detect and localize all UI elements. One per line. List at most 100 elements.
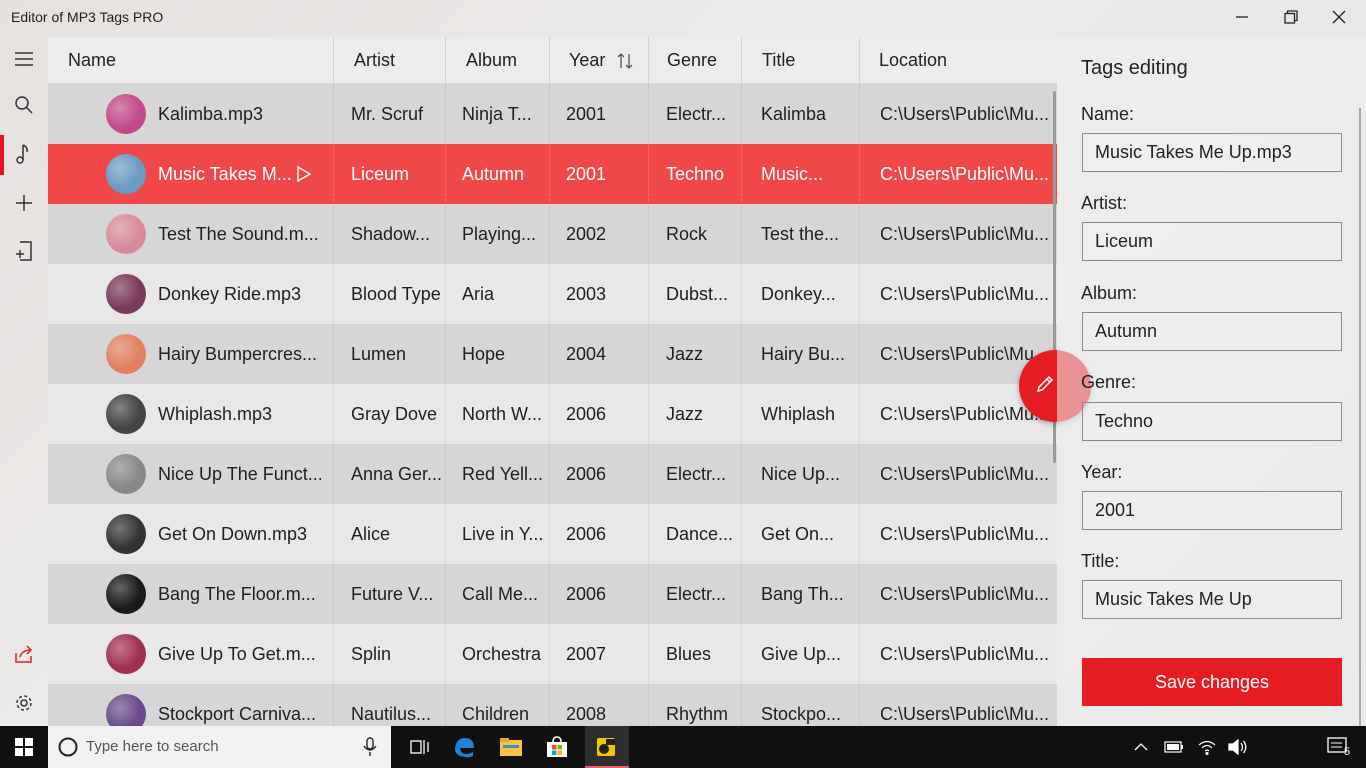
search-placeholder: Type here to search bbox=[86, 738, 219, 755]
taskbar-search-box[interactable]: Type here to search bbox=[48, 726, 391, 768]
title-field[interactable] bbox=[1082, 580, 1342, 619]
title-bar: Editor of MP3 Tags PRO bbox=[0, 0, 1366, 36]
edge-taskbar-button[interactable] bbox=[442, 726, 486, 768]
task-view-button[interactable] bbox=[398, 726, 442, 768]
cell-artist: Gray Dove bbox=[334, 384, 446, 444]
restore-button[interactable] bbox=[1268, 0, 1314, 34]
plus-icon bbox=[16, 195, 32, 211]
cell-year: 2008 bbox=[550, 684, 649, 726]
cell-album: Live in Y... bbox=[446, 504, 550, 564]
table-row[interactable]: Kalimba.mp3 Mr. Scruf Ninja T... 2001 Electr… bbox=[48, 84, 1057, 144]
cell-genre: Dubst... bbox=[649, 264, 742, 324]
album-field[interactable] bbox=[1082, 312, 1342, 351]
microphone-icon[interactable] bbox=[363, 737, 377, 757]
minimize-button[interactable] bbox=[1219, 0, 1265, 34]
battery-icon bbox=[1164, 741, 1183, 753]
column-header-location[interactable]: Location bbox=[860, 37, 1057, 84]
genre-label: Genre: bbox=[1081, 372, 1137, 392]
notification-count: 5 bbox=[1344, 746, 1351, 758]
column-header-title[interactable]: Title bbox=[742, 37, 860, 84]
mp3-tags-taskbar-button[interactable] bbox=[585, 726, 629, 768]
column-header-album[interactable]: Album bbox=[446, 37, 550, 84]
table-row[interactable]: Test The Sound.m... Shadow... Playing... 20… bbox=[48, 204, 1057, 264]
cell-album: Aria bbox=[446, 264, 550, 324]
year-field[interactable] bbox=[1082, 491, 1342, 530]
cell-name: Get On Down.mp3 bbox=[48, 504, 334, 564]
store-taskbar-button[interactable] bbox=[535, 726, 579, 768]
settings-button[interactable] bbox=[0, 680, 48, 726]
edge-icon bbox=[455, 738, 474, 758]
minimize-icon bbox=[1236, 16, 1248, 18]
hamburger-icon bbox=[15, 52, 33, 66]
table-row[interactable]: Donkey Ride.mp3 Blood Type Aria 2003 Dubst..… bbox=[48, 264, 1057, 324]
store-icon bbox=[547, 736, 567, 757]
cell-name: Stockport Carniva... bbox=[48, 684, 334, 726]
folder-icon bbox=[500, 738, 522, 756]
title-label: Title: bbox=[1081, 551, 1120, 571]
table-row[interactable]: Give Up To Get.m... Splin Orchestra 2007 Blu… bbox=[48, 624, 1057, 684]
cell-artist: Splin bbox=[334, 624, 446, 684]
table-row-selected[interactable]: Music Takes M... Liceum Autumn 2001 Techno Mu… bbox=[48, 144, 1057, 204]
table-row[interactable]: Whiplash.mp3 Gray Dove North W... 2006 Jazz W… bbox=[48, 384, 1057, 444]
window-title: Editor of MP3 Tags PRO bbox=[11, 9, 164, 25]
column-header-artist[interactable]: Artist bbox=[334, 37, 446, 84]
volume-button[interactable] bbox=[1216, 726, 1260, 768]
cell-name: Music Takes M... bbox=[48, 144, 334, 204]
add-button[interactable] bbox=[0, 180, 48, 226]
cell-year: 2002 bbox=[550, 204, 649, 264]
tags-editing-panel: Tags editing Name: Artist: Album: Genre:… bbox=[1057, 36, 1366, 726]
file-explorer-taskbar-button[interactable] bbox=[489, 726, 533, 768]
play-icon[interactable] bbox=[296, 164, 312, 184]
share-button[interactable] bbox=[0, 631, 48, 677]
cell-location: C:\Users\Public\Mu... bbox=[880, 283, 1050, 304]
cell-album: Hope bbox=[446, 324, 550, 384]
cell-title: Kalimba bbox=[742, 84, 860, 144]
cell-year: 2004 bbox=[550, 324, 649, 384]
table-row[interactable]: Get On Down.mp3 Alice Live in Y... 2006 Danc… bbox=[48, 504, 1057, 564]
search-button[interactable] bbox=[0, 82, 48, 128]
cell-album: North W... bbox=[446, 384, 550, 444]
cell-location: C:\Users\Public\Mu... bbox=[880, 463, 1050, 484]
cell-artist: Nautilus... bbox=[334, 684, 446, 726]
cell-album: Ninja T... bbox=[446, 84, 550, 144]
cell-genre: Blues bbox=[649, 624, 742, 684]
cell-location: C:\Users\Public\Mu... bbox=[880, 103, 1050, 124]
cell-album: Orchestra bbox=[446, 624, 550, 684]
taskbar: Type here to search 5 bbox=[0, 726, 1366, 768]
cell-title: Test the... bbox=[742, 204, 860, 264]
cell-artist: Anna Ger... bbox=[334, 444, 446, 504]
cell-year: 2001 bbox=[550, 144, 649, 204]
panel-scrollbar[interactable] bbox=[1359, 108, 1361, 726]
cell-location: C:\Users\Public\Mu... bbox=[880, 223, 1050, 244]
cell-album: Autumn bbox=[446, 144, 550, 204]
table-row[interactable]: Hairy Bumpercres... Lumen Hope 2004 Jazz Hair… bbox=[48, 324, 1057, 384]
cell-year: 2001 bbox=[550, 84, 649, 144]
column-header-genre[interactable]: Genre bbox=[649, 37, 742, 84]
column-header-year[interactable]: Year bbox=[550, 37, 649, 84]
table-row[interactable]: Bang The Floor.m... Future V... Call Me...… bbox=[48, 564, 1057, 624]
action-center-button[interactable]: 5 bbox=[1316, 726, 1360, 768]
table-row[interactable]: Stockport Carniva... Nautilus... Children 2… bbox=[48, 684, 1057, 726]
name-field[interactable] bbox=[1082, 133, 1342, 172]
artist-field[interactable] bbox=[1082, 222, 1342, 261]
cell-genre: Electr... bbox=[649, 444, 742, 504]
close-button[interactable] bbox=[1316, 0, 1362, 34]
close-icon bbox=[1332, 10, 1346, 24]
cell-name: Nice Up The Funct... bbox=[48, 444, 334, 504]
artist-label: Artist: bbox=[1081, 193, 1128, 213]
save-changes-button[interactable]: Save changes bbox=[1082, 658, 1342, 706]
cell-location: C:\Users\Public\Mu... bbox=[880, 523, 1050, 544]
menu-button[interactable] bbox=[0, 36, 48, 82]
windows-logo-icon bbox=[15, 738, 33, 756]
start-button[interactable] bbox=[2, 726, 46, 768]
music-library-button[interactable] bbox=[0, 131, 48, 177]
cell-genre: Rhythm bbox=[649, 684, 742, 726]
add-folder-button[interactable] bbox=[0, 228, 48, 274]
table-row[interactable]: Nice Up The Funct... Anna Ger... Red Yell.… bbox=[48, 444, 1057, 504]
sort-icon bbox=[617, 52, 633, 69]
cell-name: Kalimba.mp3 bbox=[48, 84, 334, 144]
column-header-name[interactable]: Name bbox=[48, 37, 334, 84]
cell-year: 2006 bbox=[550, 444, 649, 504]
genre-field[interactable] bbox=[1082, 402, 1342, 441]
cell-year: 2007 bbox=[550, 624, 649, 684]
